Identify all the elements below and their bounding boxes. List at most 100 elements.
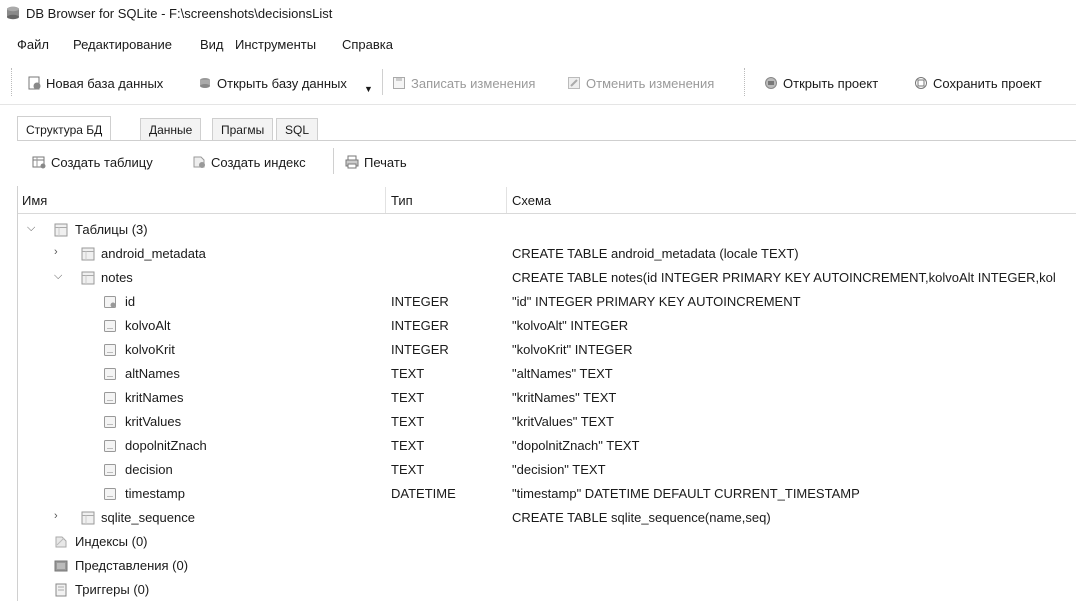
tree-row-field[interactable]: dopolnitZnach TEXT "dopolnitZnach" TEXT: [18, 434, 1076, 458]
field-icon: [103, 319, 117, 333]
tree-row-field[interactable]: altNames TEXT "altNames" TEXT: [18, 362, 1076, 386]
menu-help[interactable]: Справка: [342, 37, 393, 52]
tab-panel-border: [17, 140, 1076, 141]
field-icon: [103, 439, 117, 453]
create-index-label: Создать индекс: [211, 154, 306, 170]
field-icon: [103, 391, 117, 405]
toolbar-grip[interactable]: [744, 68, 747, 96]
field-type: DATETIME: [391, 486, 456, 501]
tree-row-table[interactable]: › sqlite_sequence CREATE TABLE sqlite_se…: [18, 506, 1076, 530]
table-icon: [81, 247, 95, 261]
tree-row-field[interactable]: id INTEGER "id" INTEGER PRIMARY KEY AUTOIN…: [18, 290, 1076, 314]
new-database-label: Новая база данных: [46, 75, 164, 91]
open-database-label: Открыть базу данных: [217, 75, 347, 91]
column-header-schema[interactable]: Схема: [512, 193, 551, 208]
field-type: TEXT: [391, 462, 425, 477]
column-divider[interactable]: [506, 187, 507, 213]
print-label: Печать: [364, 154, 407, 170]
tree-row-table[interactable]: ⌵ notes CREATE TABLE notes(id INTEGER PR…: [18, 266, 1076, 290]
create-table-button[interactable]: Создать таблицу: [32, 153, 153, 171]
field-type: TEXT: [391, 414, 425, 429]
write-changes-button[interactable]: Записать изменения: [392, 74, 535, 92]
field-schema: "altNames" TEXT: [512, 366, 613, 381]
triggers-label: Триггеры (0): [75, 582, 150, 597]
table-icon: [81, 271, 95, 285]
field-name: timestamp: [125, 486, 185, 501]
table-name: android_metadata: [101, 246, 206, 261]
field-name: decision: [125, 462, 173, 477]
print-button[interactable]: Печать: [345, 153, 407, 171]
tables-label: Таблицы (3): [75, 222, 148, 237]
tab-db-structure[interactable]: Структура БД: [17, 116, 112, 141]
table-name: notes: [101, 270, 133, 285]
field-name: kritValues: [125, 414, 182, 429]
table-schema: CREATE TABLE notes(id INTEGER PRIMARY KE…: [512, 270, 1056, 285]
chevron-right-icon[interactable]: ›: [54, 246, 58, 258]
tree-row-field[interactable]: kritNames TEXT "kritNames" TEXT: [18, 386, 1076, 410]
tree-row-field[interactable]: timestamp DATETIME "timestamp" DATETIME DE…: [18, 482, 1076, 506]
primary-key-field-icon: [103, 295, 117, 309]
menu-tools[interactable]: Инструменты: [235, 37, 316, 52]
save-project-button[interactable]: Сохранить проект: [914, 74, 1042, 92]
table-schema: CREATE TABLE sqlite_sequence(name,seq): [512, 510, 771, 525]
tree-row-triggers[interactable]: Триггеры (0): [18, 578, 1076, 602]
save-project-label: Сохранить проект: [933, 75, 1042, 91]
revert-changes-label: Отменить изменения: [586, 75, 715, 91]
field-icon: [103, 415, 117, 429]
field-type: INTEGER: [391, 318, 449, 333]
tree-row-field[interactable]: kritValues TEXT "kritValues" TEXT: [18, 410, 1076, 434]
table-icon: [81, 511, 95, 525]
field-name: kritNames: [125, 390, 184, 405]
tab-data[interactable]: Данные: [140, 118, 202, 141]
chevron-down-icon[interactable]: ⌵: [27, 222, 35, 235]
menu-file[interactable]: Файл: [17, 37, 49, 52]
tree-row-field[interactable]: kolvoAlt INTEGER "kolvoAlt" INTEGER: [18, 314, 1076, 338]
chevron-down-icon[interactable]: ⌵: [54, 270, 62, 283]
column-divider[interactable]: [385, 187, 386, 213]
toolbar-grip[interactable]: [11, 68, 14, 96]
field-type: INTEGER: [391, 342, 449, 357]
revert-changes-icon: [567, 76, 581, 90]
create-index-button[interactable]: Создать индекс: [192, 153, 306, 171]
tab-pragmas[interactable]: Прагмы: [212, 118, 274, 141]
subtoolbar-separator: [333, 148, 334, 174]
field-schema: "kritNames" TEXT: [512, 390, 617, 405]
tree-row-tables[interactable]: ⌵ Таблицы (3): [18, 218, 1076, 242]
tree-row-table[interactable]: › android_metadata CREATE TABLE android_…: [18, 242, 1076, 266]
new-database-icon: [27, 76, 41, 90]
write-changes-label: Записать изменения: [411, 75, 536, 91]
window-title: DB Browser for SQLite - F:\screenshots\d…: [26, 6, 333, 21]
menu-edit[interactable]: Редактирование: [73, 37, 172, 52]
open-database-dropdown-arrow[interactable]: ▼: [364, 80, 373, 98]
create-table-label: Создать таблицу: [51, 154, 153, 170]
database-app-icon: [6, 6, 20, 20]
menu-view[interactable]: Вид: [200, 37, 224, 52]
open-project-label: Открыть проект: [783, 75, 879, 91]
field-icon: [103, 367, 117, 381]
field-type: TEXT: [391, 438, 425, 453]
chevron-right-icon[interactable]: ›: [54, 510, 58, 522]
tree-row-indexes[interactable]: Индексы (0): [18, 530, 1076, 554]
open-database-button[interactable]: Открыть базу данных: [198, 74, 347, 92]
indexes-label: Индексы (0): [75, 534, 148, 549]
field-name: dopolnitZnach: [125, 438, 207, 453]
field-type: TEXT: [391, 366, 425, 381]
new-database-button[interactable]: Новая база данных: [27, 74, 163, 92]
table-schema: CREATE TABLE android_metadata (locale TE…: [512, 246, 799, 261]
field-name: altNames: [125, 366, 180, 381]
field-type: INTEGER: [391, 294, 449, 309]
tab-sql[interactable]: SQL: [276, 118, 319, 141]
open-project-button[interactable]: Открыть проект: [764, 74, 878, 92]
column-header-type[interactable]: Тип: [391, 193, 413, 208]
revert-changes-button[interactable]: Отменить изменения: [567, 74, 714, 92]
field-schema: "timestamp" DATETIME DEFAULT CURRENT_TIM…: [512, 486, 860, 501]
index-icon: [54, 535, 68, 549]
open-database-icon: [198, 76, 212, 90]
tree-row-views[interactable]: Представления (0): [18, 554, 1076, 578]
tree-row-field[interactable]: kolvoKrit INTEGER "kolvoKrit" INTEGER: [18, 338, 1076, 362]
field-icon: [103, 487, 117, 501]
column-header-name[interactable]: Имя: [22, 193, 47, 208]
tree-row-field[interactable]: decision TEXT "decision" TEXT: [18, 458, 1076, 482]
views-label: Представления (0): [75, 558, 189, 573]
field-name: kolvoKrit: [125, 342, 175, 357]
